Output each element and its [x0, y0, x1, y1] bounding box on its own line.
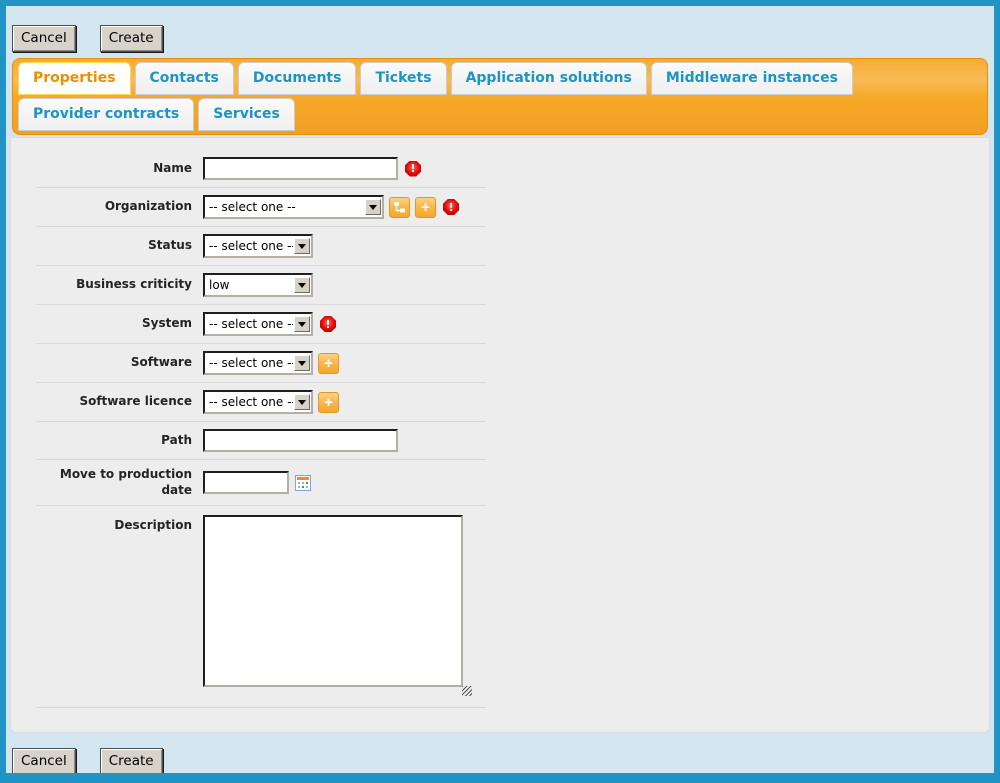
- name-row: Name !: [36, 150, 486, 188]
- tab-middleware-instances[interactable]: Middleware instances: [651, 62, 853, 95]
- move-to-production-date-label: Move to production date: [36, 467, 192, 498]
- system-label: System: [36, 316, 192, 332]
- mandatory-error-icon: !: [320, 316, 336, 332]
- organization-row: Organization -- select one -- + !: [36, 188, 486, 227]
- organization-select[interactable]: -- select one --: [203, 195, 384, 219]
- select-value: -- select one --: [209, 395, 293, 409]
- add-organization-button[interactable]: +: [415, 197, 436, 218]
- select-value: -- select one --: [209, 317, 293, 331]
- add-software-button[interactable]: +: [318, 353, 339, 374]
- move-to-production-date-input[interactable]: [203, 471, 289, 494]
- select-value: -- select one --: [209, 239, 293, 253]
- create-button[interactable]: Create: [100, 748, 163, 775]
- form-fields: Name ! Organization -- select one --: [36, 150, 486, 708]
- select-value: -- select one --: [209, 200, 364, 214]
- business-criticity-row: Business criticity low: [36, 266, 486, 305]
- bottom-toolbar: Cancel Create: [6, 733, 994, 775]
- tab-properties[interactable]: Properties: [18, 62, 131, 95]
- top-toolbar: Cancel Create: [6, 6, 994, 52]
- name-input[interactable]: [203, 157, 398, 180]
- software-licence-select[interactable]: -- select one --: [203, 390, 313, 414]
- tab-application-solutions[interactable]: Application solutions: [451, 62, 647, 95]
- add-software-licence-button[interactable]: +: [318, 392, 339, 413]
- plus-icon: +: [421, 200, 430, 215]
- plus-icon: +: [324, 356, 333, 371]
- software-row: Software -- select one -- +: [36, 344, 486, 383]
- resize-grip-icon[interactable]: [462, 686, 472, 696]
- chevron-down-icon: [294, 316, 310, 332]
- chevron-down-icon: [365, 199, 381, 215]
- mandatory-error-icon: !: [443, 199, 459, 215]
- tab-provider-contracts[interactable]: Provider contracts: [18, 98, 194, 131]
- tabs-widget: Properties Contacts Documents Tickets Ap…: [10, 58, 990, 733]
- mandatory-error-icon: !: [405, 161, 421, 177]
- software-licence-label: Software licence: [36, 394, 192, 410]
- status-row: Status -- select one --: [36, 227, 486, 266]
- software-licence-row: Software licence -- select one -- +: [36, 383, 486, 422]
- select-value: -- select one --: [209, 356, 293, 370]
- properties-tab-panel: Name ! Organization -- select one --: [10, 137, 990, 733]
- system-select[interactable]: -- select one --: [203, 312, 313, 336]
- chevron-down-icon: [294, 355, 310, 371]
- tab-contacts[interactable]: Contacts: [135, 62, 234, 95]
- status-select[interactable]: -- select one --: [203, 234, 313, 258]
- path-input[interactable]: [203, 429, 398, 452]
- description-textarea[interactable]: [203, 515, 463, 687]
- cancel-button[interactable]: Cancel: [12, 748, 76, 775]
- path-row: Path: [36, 422, 486, 460]
- business-criticity-label: Business criticity: [36, 277, 192, 293]
- app-window: Cancel Create Properties Contacts Docume…: [0, 0, 1000, 783]
- calendar-icon: [295, 475, 311, 491]
- path-label: Path: [36, 433, 192, 449]
- name-label: Name: [36, 161, 192, 177]
- chevron-down-icon: [294, 238, 310, 254]
- hierarchy-icon: [393, 201, 406, 214]
- move-to-production-date-row: Move to production date: [36, 460, 486, 506]
- software-label: Software: [36, 355, 192, 371]
- description-field: [203, 515, 463, 687]
- cancel-button[interactable]: Cancel: [12, 25, 76, 52]
- business-criticity-select[interactable]: low: [203, 273, 313, 297]
- tab-documents[interactable]: Documents: [238, 62, 357, 95]
- software-select[interactable]: -- select one --: [203, 351, 313, 375]
- system-row: System -- select one -- !: [36, 305, 486, 344]
- tab-services[interactable]: Services: [198, 98, 295, 131]
- create-button[interactable]: Create: [100, 25, 163, 52]
- chevron-down-icon: [294, 277, 310, 293]
- tab-bar: Properties Contacts Documents Tickets Ap…: [12, 58, 988, 135]
- status-label: Status: [36, 238, 192, 254]
- hierarchy-button[interactable]: [389, 197, 410, 218]
- description-row: Description: [36, 506, 486, 708]
- date-picker-button[interactable]: [295, 475, 311, 491]
- select-value: low: [209, 278, 293, 292]
- description-label: Description: [36, 515, 192, 534]
- plus-icon: +: [324, 395, 333, 410]
- tab-tickets[interactable]: Tickets: [360, 62, 446, 95]
- organization-label: Organization: [36, 199, 192, 215]
- chevron-down-icon: [294, 394, 310, 410]
